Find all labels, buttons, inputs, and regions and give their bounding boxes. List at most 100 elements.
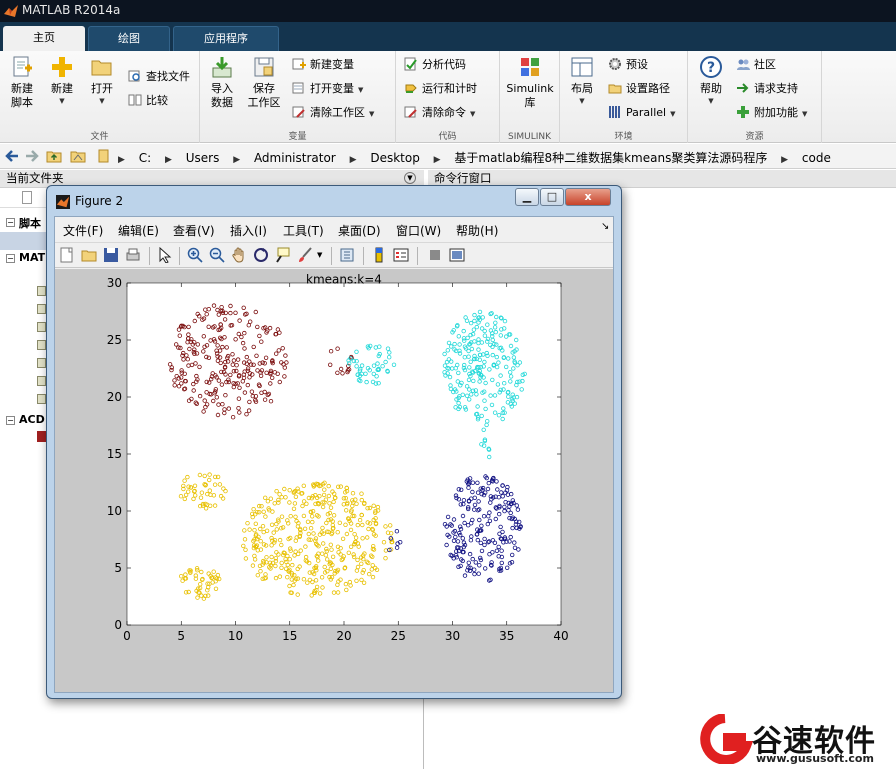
collapse-icon[interactable]: − [6, 254, 15, 263]
open-variable-button[interactable]: 打开变量 ▼ [292, 80, 363, 98]
mat-file-icon[interactable] [37, 304, 46, 314]
layout-button[interactable]: 布局 ▼ [564, 55, 600, 106]
ribbon-group-code-title: 代码 [438, 132, 457, 142]
menu-tools[interactable]: 工具(T) [283, 222, 324, 239]
run-and-time-button[interactable]: 运行和计时 [404, 80, 477, 98]
tab-apps[interactable]: 应用程序 [173, 26, 279, 51]
breadcrumb-item[interactable]: Desktop [370, 151, 420, 165]
clear-commands-button[interactable]: 清除命令 ▼ [404, 104, 475, 122]
request-support-button[interactable]: 请求支持 [736, 80, 798, 98]
parallel-button[interactable]: Parallel ▼ [608, 104, 675, 122]
new-variable-button[interactable]: 新建变量 [292, 56, 354, 74]
analyze-code-button[interactable]: 分析代码 [404, 56, 466, 74]
clear-workspace-button[interactable]: 清除工作区 ▼ [292, 104, 374, 122]
maximize-icon: □ [546, 190, 558, 203]
new-figure-icon[interactable] [59, 247, 75, 263]
collapse-icon[interactable]: − [6, 416, 15, 425]
chevron-down-icon[interactable]: ▼ [317, 251, 322, 259]
colorbar-icon[interactable] [371, 247, 387, 263]
show-plot-tools-icon[interactable] [449, 247, 465, 263]
pointer-icon[interactable] [157, 247, 173, 263]
menu-insert[interactable]: 插入(I) [230, 222, 267, 239]
print-icon[interactable] [125, 247, 141, 263]
import-data-button[interactable]: 导入 数据 [204, 55, 240, 110]
new-script-button[interactable]: 新建 脚本 [4, 55, 40, 110]
close-button[interactable]: x [565, 188, 611, 206]
mat-file-icon[interactable] [37, 286, 46, 296]
menu-edit[interactable]: 编辑(E) [118, 222, 159, 239]
ribbon-group-variable-title: 变量 [288, 132, 307, 142]
figure-window[interactable]: Figure 2 ▁ □ x 文件(F) 编辑(E) 查看(V) 插入(I) 工… [46, 185, 622, 699]
analyze-code-icon [404, 57, 417, 71]
tree-group-acd[interactable]: ACD [19, 413, 45, 426]
save-workspace-button[interactable]: 保存 工作区 [244, 55, 284, 110]
layout-icon [571, 57, 593, 77]
breadcrumb-separator-icon: ▶ [433, 155, 441, 165]
tab-plots[interactable]: 绘图 [88, 26, 170, 51]
legend-icon[interactable] [393, 247, 409, 263]
help-button[interactable]: ? 帮助 ▼ [694, 55, 728, 106]
menu-file[interactable]: 文件(F) [63, 222, 103, 239]
pane-menu-icon[interactable]: ▼ [404, 172, 416, 184]
dock-arrow-icon[interactable]: ↘ [601, 221, 609, 232]
up-folder-icon[interactable] [46, 148, 62, 164]
pan-hand-icon[interactable] [231, 247, 247, 263]
breadcrumb-item[interactable]: C: [139, 151, 151, 165]
forward-arrow-icon[interactable] [24, 148, 40, 164]
menu-view[interactable]: 查看(V) [173, 222, 215, 239]
menu-help[interactable]: 帮助(H) [456, 222, 498, 239]
community-button[interactable]: 社区 [736, 56, 776, 74]
compare-button[interactable]: 比较 [128, 92, 168, 110]
watermark: 谷速软件 www.gususoft.com [696, 712, 896, 769]
chevron-down-icon: ▼ [59, 97, 65, 105]
open-file-icon[interactable] [81, 247, 97, 263]
breadcrumb-item[interactable]: code [802, 151, 831, 165]
save-icon[interactable] [103, 247, 119, 263]
tree-group-scripts[interactable]: 脚本 [19, 215, 41, 231]
root-folder-icon[interactable] [96, 148, 112, 164]
brush-icon[interactable] [297, 247, 313, 263]
new-button[interactable]: 新建 ▼ [44, 55, 80, 106]
tab-home[interactable]: 主页 [3, 26, 85, 51]
breadcrumb-separator-icon: ▶ [233, 155, 241, 165]
breadcrumb-separator-icon: ▶ [165, 155, 172, 165]
link-plot-icon[interactable] [339, 247, 355, 263]
breadcrumb-item[interactable]: Administrator [254, 151, 336, 165]
y-tick-label: 25 [107, 333, 122, 347]
menu-desktop[interactable]: 桌面(D) [338, 222, 381, 239]
mat-file-icon[interactable] [37, 376, 46, 386]
maximize-button[interactable]: □ [540, 188, 564, 206]
data-cursor-icon[interactable] [275, 247, 291, 263]
minimize-button[interactable]: ▁ [515, 188, 539, 206]
zoom-in-icon[interactable] [187, 247, 203, 263]
menu-window[interactable]: 窗口(W) [396, 222, 441, 239]
hide-plot-tools-icon[interactable] [427, 247, 443, 263]
mat-file-icon[interactable] [37, 394, 46, 404]
mat-file-icon[interactable] [37, 358, 46, 368]
minimize-icon: ▁ [522, 190, 532, 203]
toolbar-separator [331, 247, 332, 265]
preferences-button[interactable]: 预设 [608, 56, 648, 74]
zoom-out-icon[interactable] [209, 247, 225, 263]
breadcrumb-item[interactable]: 基于matlab编程8种二维数据集kmeans聚类算法源码程序 [454, 151, 767, 165]
mat-file-icon[interactable] [37, 322, 46, 332]
chevron-down-icon: ▼ [579, 97, 585, 105]
open-button[interactable]: 打开 ▼ [84, 55, 120, 106]
collapse-icon[interactable]: − [6, 218, 15, 227]
mat-file-icon[interactable] [37, 340, 46, 350]
back-arrow-icon[interactable] [4, 148, 20, 164]
set-path-button[interactable]: 设置路径 [608, 80, 670, 98]
x-tick-label: 25 [391, 629, 406, 643]
selected-row[interactable] [0, 232, 46, 250]
tree-group-mat[interactable]: MAT [19, 251, 45, 264]
pdf-file-icon[interactable] [37, 431, 46, 442]
browse-folder-icon[interactable] [70, 148, 86, 164]
set-path-label: 设置路径 [626, 82, 670, 95]
breadcrumb-item[interactable]: Users [186, 151, 220, 165]
simulink-library-button[interactable]: Simulink 库 [504, 55, 556, 110]
rotate-3d-icon[interactable] [253, 247, 269, 263]
ribbon-group-code: 分析代码 运行和计时 清除命令 ▼ 代码 [396, 51, 500, 143]
toolbar-separator [417, 247, 418, 265]
add-ons-button[interactable]: 附加功能 ▼ [736, 104, 807, 122]
find-files-button[interactable]: 查找文件 [128, 68, 190, 86]
